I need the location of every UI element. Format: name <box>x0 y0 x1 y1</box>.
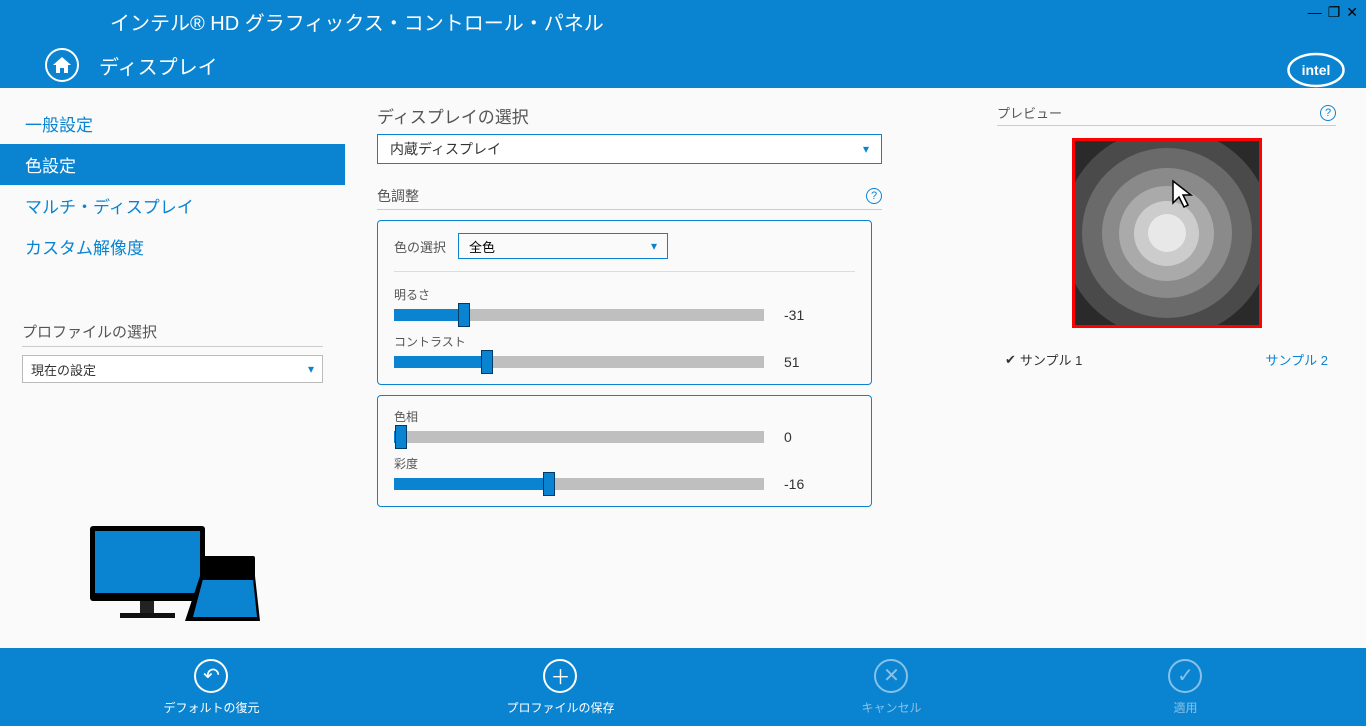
color-adjust-label: 色調整 <box>377 186 419 206</box>
saturation-slider[interactable] <box>394 478 764 490</box>
display-select[interactable]: 内蔵ディスプレイ ▾ <box>377 134 882 164</box>
color-adjust-header: 色調整 ? <box>377 186 882 210</box>
color-select[interactable]: 全色 ▾ <box>458 233 668 259</box>
preview-header: プレビュー ? <box>997 103 1336 126</box>
saturation-label: 彩度 <box>394 455 855 472</box>
chevron-down-icon: ▾ <box>863 142 869 156</box>
brightness-value: -31 <box>784 307 824 323</box>
home-icon <box>53 57 71 73</box>
sidebar-item-multidisplay[interactable]: マルチ・ディスプレイ <box>0 185 345 226</box>
footer-bar: ↶ デフォルトの復元 ＋ プロファイルの保存 ✕ キャンセル ✓ 適用 <box>0 648 1366 726</box>
maximize-button[interactable]: ❐ <box>1328 4 1341 21</box>
intel-logo: intel <box>1286 50 1346 90</box>
contrast-label: コントラスト <box>394 333 855 350</box>
display-select-value: 内蔵ディスプレイ <box>390 139 501 159</box>
cursor-icon <box>1171 179 1197 209</box>
profile-value: 現在の設定 <box>31 360 96 379</box>
display-select-label: ディスプレイの選択 <box>377 103 937 128</box>
hue-value: 0 <box>784 429 824 445</box>
apply-label: 適用 <box>1173 699 1197 716</box>
hue-label: 色相 <box>394 408 855 425</box>
brightness-slider[interactable] <box>394 309 764 321</box>
chevron-down-icon: ▾ <box>651 239 657 253</box>
undo-icon: ↶ <box>194 659 228 693</box>
nav-section-title: ディスプレイ <box>99 51 218 80</box>
nav-bar: ディスプレイ <box>0 42 1366 88</box>
cancel-label: キャンセル <box>861 699 921 716</box>
close-icon: ✕ <box>874 659 908 693</box>
chevron-down-icon: ▾ <box>308 362 314 376</box>
minimize-button[interactable]: — <box>1308 4 1322 21</box>
cancel-button[interactable]: ✕ キャンセル <box>861 659 921 716</box>
preview-image <box>1072 138 1262 328</box>
preview-label: プレビュー <box>997 103 1062 122</box>
sidebar-item-color[interactable]: 色設定 <box>0 144 345 185</box>
check-icon: ✔ <box>1005 352 1016 368</box>
contrast-value: 51 <box>784 354 824 370</box>
check-icon: ✓ <box>1168 659 1202 693</box>
contrast-slider[interactable] <box>394 356 764 368</box>
sample-1-button[interactable]: ✔ サンプル 1 <box>1005 350 1082 369</box>
svg-text:intel: intel <box>1302 62 1331 78</box>
title-bar: インテル® HD グラフィックス・コントロール・パネル <box>0 0 1366 42</box>
brightness-contrast-panel: 色の選択 全色 ▾ 明るさ -31 コントラス <box>377 220 872 385</box>
home-button[interactable] <box>45 48 79 82</box>
help-icon[interactable]: ? <box>1320 105 1336 121</box>
plus-icon: ＋ <box>543 659 577 693</box>
sample-2-label: サンプル 2 <box>1266 350 1328 369</box>
hue-saturation-panel: 色相 0 彩度 -16 <box>377 395 872 507</box>
save-profile-button[interactable]: ＋ プロファイルの保存 <box>506 659 614 716</box>
saturation-value: -16 <box>784 476 824 492</box>
apply-button[interactable]: ✓ 適用 <box>1168 659 1202 716</box>
help-icon[interactable]: ? <box>866 188 882 204</box>
sample-2-button[interactable]: サンプル 2 <box>1266 350 1328 369</box>
hue-slider[interactable] <box>394 431 764 443</box>
monitor-illustration <box>85 521 265 636</box>
profile-select[interactable]: 現在の設定 ▾ <box>22 355 323 383</box>
window-title: インテル® HD グラフィックス・コントロール・パネル <box>110 7 604 36</box>
sidebar-item-custom-resolution[interactable]: カスタム解像度 <box>0 226 345 267</box>
brightness-label: 明るさ <box>394 286 855 303</box>
restore-label: デフォルトの復元 <box>163 699 259 716</box>
sample-1-label: サンプル 1 <box>1020 350 1082 369</box>
profile-label: プロファイルの選択 <box>22 321 323 347</box>
save-label: プロファイルの保存 <box>506 699 614 716</box>
color-select-label: 色の選択 <box>394 237 446 256</box>
color-select-value: 全色 <box>469 237 495 256</box>
window-controls: — ❐ ✕ <box>1308 4 1358 21</box>
restore-defaults-button[interactable]: ↶ デフォルトの復元 <box>163 659 259 716</box>
close-button[interactable]: ✕ <box>1346 4 1358 21</box>
sidebar-item-general[interactable]: 一般設定 <box>0 103 345 144</box>
